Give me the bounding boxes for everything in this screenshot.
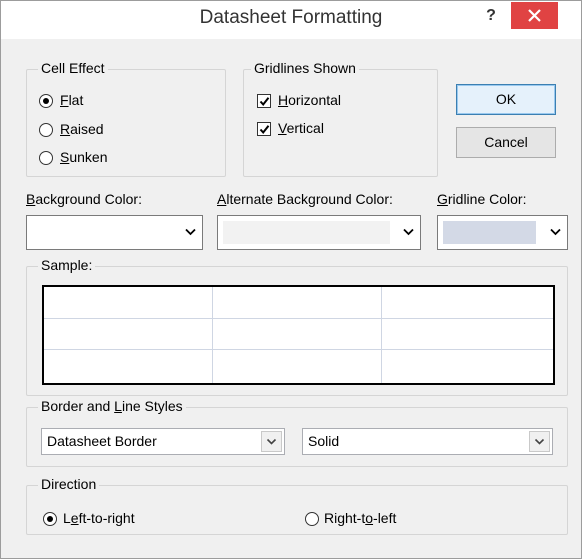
sample-vertical-gridline <box>381 287 382 383</box>
sample-vertical-gridline <box>212 287 213 383</box>
gridline-color-swatch <box>443 221 536 244</box>
ok-button[interactable]: OK <box>456 84 556 115</box>
line-style-dropdown-button[interactable] <box>529 431 550 452</box>
checkmark-icon <box>259 97 270 107</box>
chevron-down-icon <box>266 438 277 445</box>
datasheet-formatting-dialog: Datasheet Formatting ? Cell Effect Flat … <box>0 0 582 559</box>
sunken-radio[interactable] <box>39 151 53 165</box>
gridline-color-label: Gridline Color: <box>437 191 527 207</box>
checkmark-icon <box>259 125 270 135</box>
gridline-color-picker[interactable] <box>437 215 568 250</box>
horizontal-checkbox[interactable] <box>257 94 271 108</box>
chevron-down-icon <box>534 438 545 445</box>
vertical-label[interactable]: Vertical <box>278 120 324 136</box>
flat-radio[interactable] <box>39 94 53 108</box>
chevron-down-icon <box>550 228 561 236</box>
alternate-background-color-swatch <box>223 221 390 244</box>
border-line-styles-legend: Border and Line Styles <box>38 398 186 414</box>
sample-horizontal-gridline <box>44 349 553 350</box>
background-color-label: Background Color: <box>26 191 142 207</box>
alternate-background-color-label: Alternate Background Color: <box>217 191 393 207</box>
gridlines-legend: Gridlines Shown <box>251 60 359 76</box>
cancel-button[interactable]: Cancel <box>456 127 556 158</box>
right-to-left-label[interactable]: Right-to-left <box>324 510 396 526</box>
cell-effect-legend: Cell Effect <box>38 60 108 76</box>
sample-horizontal-gridline <box>44 318 553 319</box>
border-type-value: Datasheet Border <box>47 433 157 449</box>
gridlines-group <box>243 69 438 177</box>
line-style-select[interactable]: Solid <box>302 428 553 455</box>
help-button[interactable]: ? <box>479 5 503 29</box>
sample-legend: Sample: <box>38 257 96 273</box>
background-color-swatch <box>32 221 172 244</box>
left-to-right-radio[interactable] <box>43 512 57 526</box>
vertical-checkbox[interactable] <box>257 122 271 136</box>
sample-preview <box>42 285 555 385</box>
alternate-background-color-picker[interactable] <box>217 215 421 250</box>
chevron-down-icon <box>403 228 414 236</box>
close-icon <box>528 9 541 22</box>
cell-effect-group <box>26 69 226 177</box>
horizontal-label[interactable]: Horizontal <box>278 92 341 108</box>
raised-radio[interactable] <box>39 123 53 137</box>
flat-label[interactable]: Flat <box>60 92 83 108</box>
close-button[interactable] <box>511 2 558 29</box>
raised-label[interactable]: Raised <box>60 121 104 137</box>
sunken-label[interactable]: Sunken <box>60 149 108 165</box>
border-type-select[interactable]: Datasheet Border <box>41 428 285 455</box>
title-bar[interactable]: Datasheet Formatting ? <box>1 1 581 39</box>
left-to-right-label[interactable]: Left-to-right <box>63 510 135 526</box>
chevron-down-icon <box>185 228 196 236</box>
line-style-value: Solid <box>308 433 340 449</box>
border-type-dropdown-button[interactable] <box>261 431 282 452</box>
right-to-left-radio[interactable] <box>305 512 319 526</box>
background-color-picker[interactable] <box>26 215 203 250</box>
direction-legend: Direction <box>38 476 100 492</box>
